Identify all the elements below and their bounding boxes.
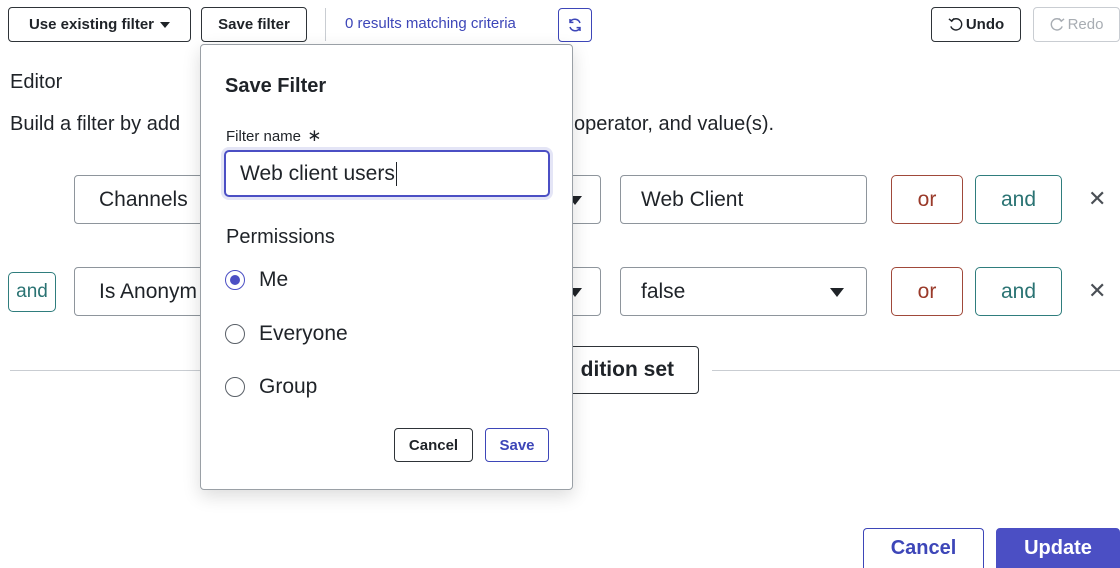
editor-description-left: Build a filter by add	[10, 113, 181, 135]
popover-save-button[interactable]: Save	[485, 428, 549, 462]
refresh-button[interactable]	[558, 8, 592, 42]
divider-line-right	[712, 370, 1120, 371]
add-condition-set-label: dition set	[580, 358, 674, 381]
results-count-link[interactable]: 0 results matching criteria	[345, 15, 516, 32]
permission-option-everyone[interactable]: Everyone	[225, 322, 348, 346]
condition-2-prefix-and[interactable]: and	[8, 272, 56, 312]
footer-cancel-label: Cancel	[890, 537, 957, 559]
text-cursor	[395, 161, 397, 186]
filter-name-label-row: Filter name ∗	[226, 126, 321, 146]
radio-unselected-icon	[225, 377, 245, 397]
condition-2-or-button[interactable]: or	[891, 267, 963, 316]
condition-2-and-button[interactable]: and	[975, 267, 1062, 316]
popover-title: Save Filter	[225, 75, 327, 97]
condition-2-remove-button[interactable]: ✕	[1088, 280, 1106, 302]
update-button[interactable]: Update	[996, 528, 1120, 568]
popover-cancel-button[interactable]: Cancel	[394, 428, 473, 462]
footer-cancel-button[interactable]: Cancel	[863, 528, 984, 568]
permission-option-group[interactable]: Group	[225, 375, 317, 399]
condition-1-or-button[interactable]: or	[891, 175, 963, 224]
save-filter-label: Save filter	[218, 16, 290, 33]
condition-1-and-button[interactable]: and	[975, 175, 1062, 224]
editor-heading: Editor	[10, 71, 63, 93]
permission-option-group-label: Group	[259, 375, 318, 398]
use-existing-filter-label: Use existing filter	[28, 16, 155, 33]
popover-cancel-label: Cancel	[408, 436, 459, 454]
use-existing-filter-button[interactable]: Use existing filter	[8, 7, 191, 42]
redo-label: Redo	[1067, 16, 1104, 33]
condition-2-value: false	[641, 279, 686, 303]
permissions-label: Permissions	[226, 226, 335, 248]
filter-name-input[interactable]: Web client users	[224, 150, 550, 197]
permission-option-everyone-label: Everyone	[259, 322, 348, 345]
refresh-icon	[569, 18, 581, 32]
undo-label: Undo	[965, 16, 1005, 33]
close-icon: ✕	[1088, 186, 1107, 211]
filter-name-label: Filter name	[226, 128, 302, 145]
close-icon: ✕	[1088, 278, 1107, 303]
undo-icon	[948, 17, 963, 31]
update-label: Update	[1024, 536, 1092, 559]
redo-button[interactable]: Redo	[1033, 7, 1120, 42]
redo-icon	[1050, 17, 1065, 31]
required-asterisk: ∗	[307, 126, 322, 145]
condition-2-value-select[interactable]: false	[620, 267, 867, 316]
permission-option-me-label: Me	[259, 268, 289, 291]
undo-button[interactable]: Undo	[931, 7, 1021, 42]
condition-1-field-label: Channels	[99, 187, 188, 211]
permission-option-me[interactable]: Me	[225, 268, 288, 292]
editor-description-right: operator, and value(s).	[574, 113, 775, 135]
condition-1-value: Web Client	[641, 187, 744, 211]
condition-2-field-label: Is Anonym	[99, 279, 198, 303]
radio-unselected-icon	[225, 324, 245, 344]
toolbar-divider	[325, 8, 326, 41]
caret-down-icon	[160, 21, 171, 28]
filter-name-value: Web client users	[240, 161, 395, 185]
chevron-down-icon	[830, 287, 844, 297]
condition-1-remove-button[interactable]: ✕	[1088, 188, 1106, 210]
save-filter-button[interactable]: Save filter	[201, 7, 307, 42]
popover-save-label: Save	[499, 436, 535, 454]
condition-1-value-input[interactable]: Web Client	[620, 175, 867, 224]
save-filter-popover: Save Filter Filter name ∗ Web client use…	[200, 44, 573, 490]
radio-selected-icon	[225, 270, 245, 290]
